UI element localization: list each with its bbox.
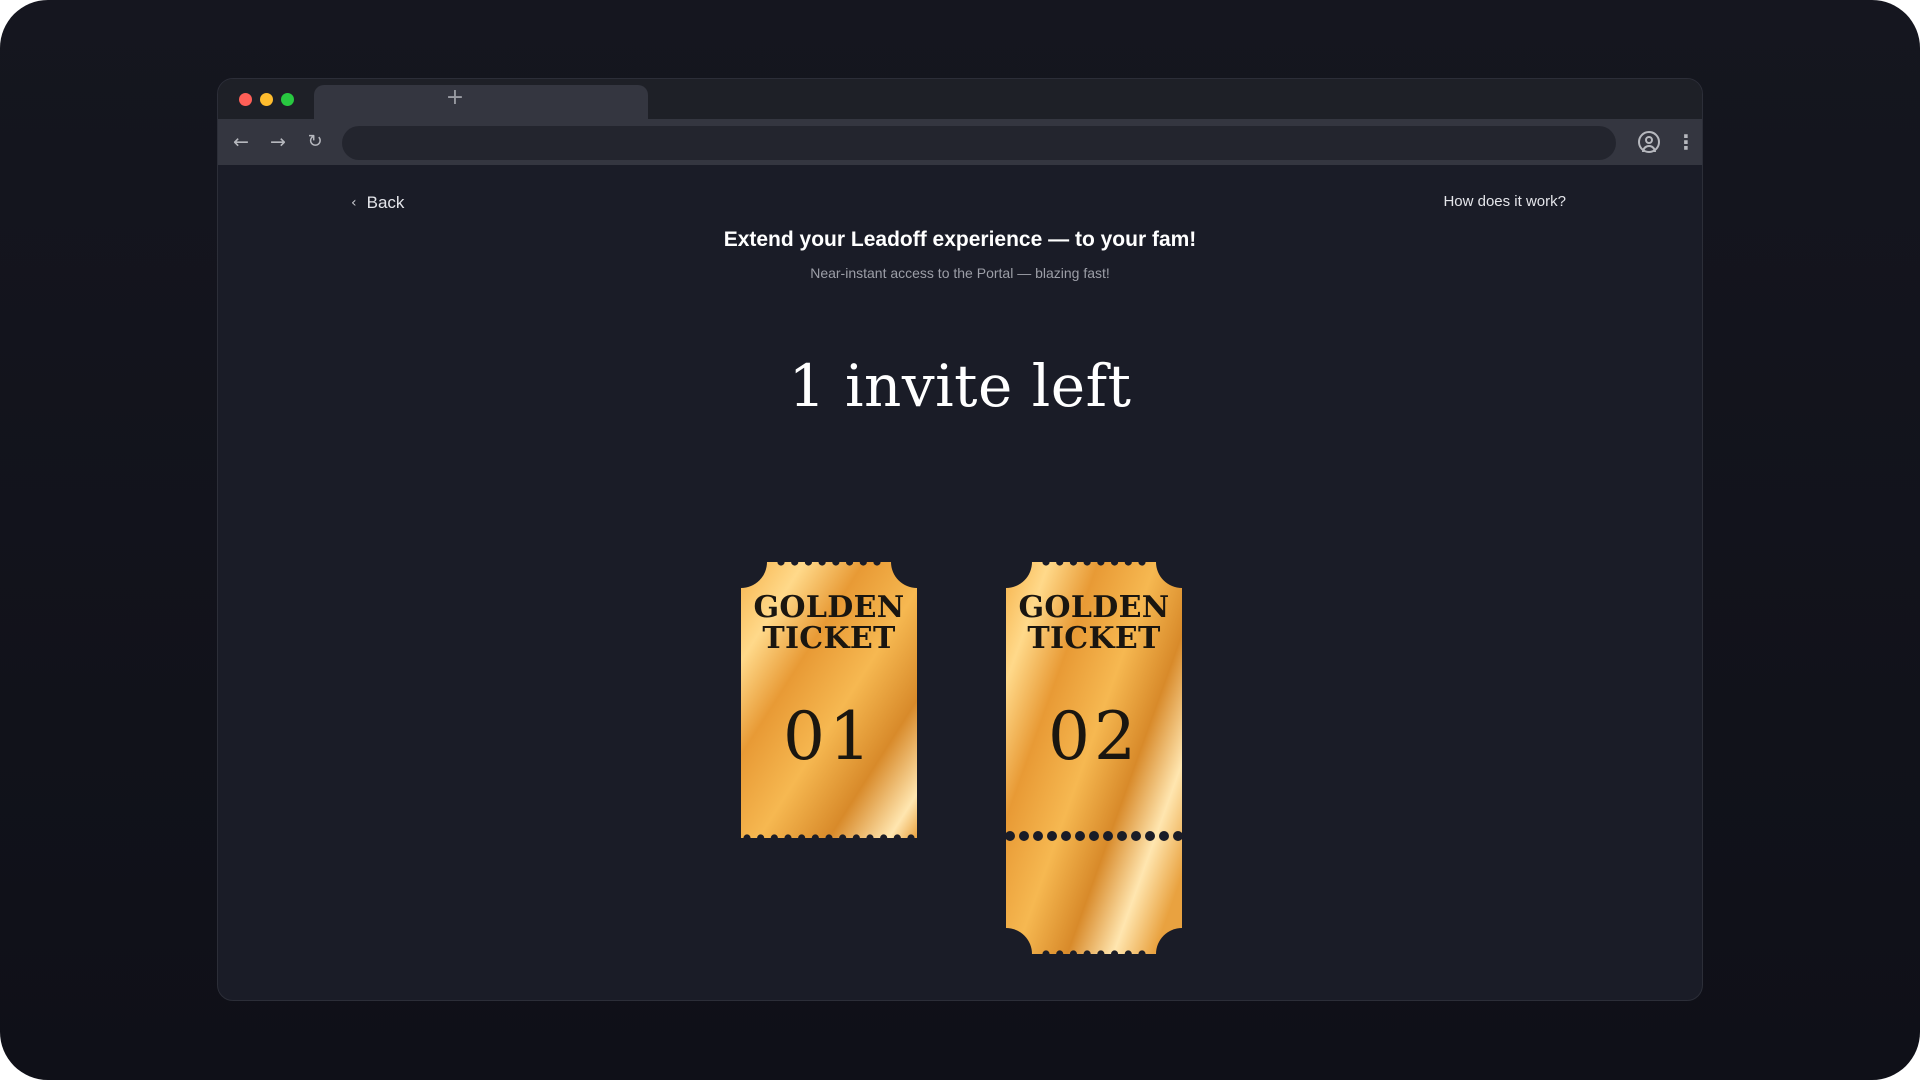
page-subline: Near-instant access to the Portal — blaz…: [810, 265, 1110, 281]
ticket-title: GOLDEN TICKET: [1006, 592, 1182, 654]
ticket-number: 02: [1048, 698, 1140, 775]
minimize-window-button[interactable]: [260, 93, 273, 106]
invites-left-count: 1 invite left: [788, 352, 1132, 420]
back-label: Back: [366, 193, 405, 212]
page-content: ‹ Back How does it work? Extend your Lea…: [218, 165, 1702, 1000]
close-window-button[interactable]: [239, 93, 252, 106]
user-circle-icon[interactable]: [1638, 131, 1660, 153]
maximize-window-button[interactable]: [281, 93, 294, 106]
browser-window: + ← → ↻ ⋮ ‹ Back How does it work? Exten…: [217, 78, 1703, 1001]
tab-bar: +: [218, 79, 1702, 119]
arrow-right-icon[interactable]: →: [265, 129, 291, 155]
browser-toolbar: ← → ↻ ⋮: [218, 119, 1702, 165]
page-headline: Extend your Leadoff experience — to your…: [723, 228, 1197, 251]
browser-tab[interactable]: [314, 85, 648, 119]
golden-ticket-02[interactable]: GOLDEN TICKET 02: [1006, 562, 1182, 954]
back-button[interactable]: ‹ Back: [351, 191, 404, 215]
more-vertical-icon[interactable]: ⋮: [1676, 131, 1696, 153]
chevron-left-icon: ‹: [351, 195, 357, 211]
reload-icon[interactable]: ↻: [302, 129, 328, 155]
ticket-title-line2: TICKET: [762, 621, 896, 656]
address-bar[interactable]: [342, 126, 1616, 160]
how-does-it-work-link[interactable]: How does it work?: [1443, 193, 1566, 210]
ticket-title: GOLDEN TICKET: [741, 592, 917, 654]
golden-ticket-01[interactable]: GOLDEN TICKET 01: [741, 562, 917, 838]
ticket-title-line1: GOLDEN: [1018, 590, 1170, 625]
new-tab-button[interactable]: +: [444, 87, 466, 109]
ticket-title-line1: GOLDEN: [753, 590, 905, 625]
device-frame: + ← → ↻ ⋮ ‹ Back How does it work? Exten…: [0, 0, 1920, 1080]
ticket-number: 01: [783, 698, 875, 775]
arrow-left-icon[interactable]: ←: [228, 129, 254, 155]
ticket-title-line2: TICKET: [1027, 621, 1161, 656]
